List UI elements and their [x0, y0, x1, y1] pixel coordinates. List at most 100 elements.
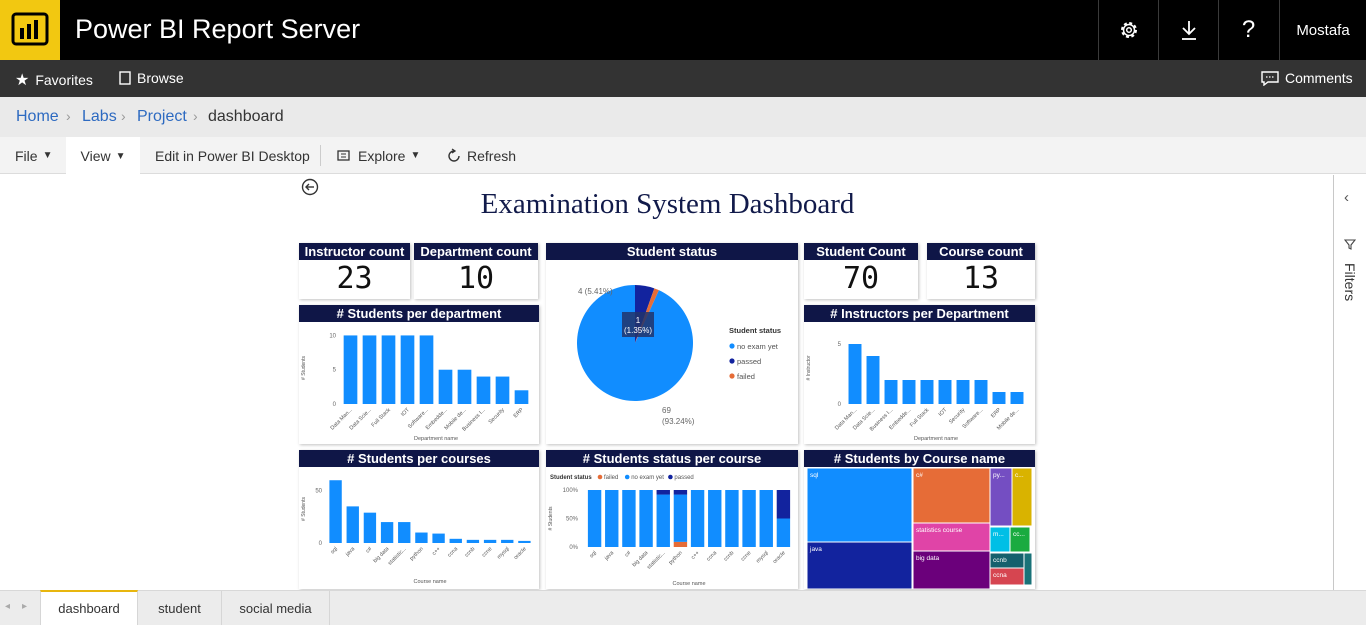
instructors-per-department-tile[interactable]: # Instructors per Department # Instructo…	[804, 305, 1035, 444]
top-bar: Power BI Report Server ? Mostafa	[0, 0, 1366, 60]
bar	[495, 376, 510, 404]
x-tick-label: java	[344, 546, 357, 559]
bar	[992, 392, 1006, 404]
comments-button[interactable]: Comments	[1261, 70, 1353, 86]
treemap-cell	[912, 467, 991, 524]
x-tick-label: ccna	[706, 550, 719, 563]
bar	[483, 539, 497, 543]
app-title: Power BI Report Server	[75, 14, 361, 44]
kpi-value: 23	[336, 261, 373, 296]
favorites-link[interactable]: ★ Favorites	[15, 70, 93, 90]
kpi-course-count: Course count 13	[927, 243, 1035, 299]
settings-button[interactable]	[1098, 0, 1158, 60]
x-tick-label: statistic...	[387, 546, 408, 567]
legend-marker	[668, 474, 673, 480]
legend-label: failed	[604, 475, 618, 481]
power-bi-logo-icon[interactable]	[0, 0, 60, 60]
treemap-label: sql	[810, 472, 819, 479]
download-button[interactable]	[1158, 0, 1218, 60]
kpi-label: Instructor count	[299, 243, 410, 260]
bar	[346, 506, 359, 543]
treemap-label: cc...	[1013, 531, 1025, 538]
student-status-tile[interactable]: Student status 4 (5.41%) 1 (1.35%) 69 (93.24…	[546, 243, 798, 444]
bar	[476, 376, 491, 404]
x-tick-label: c#	[624, 550, 633, 559]
pie-data-label: 69	[662, 406, 671, 415]
bar	[449, 538, 462, 543]
students-by-course-tile[interactable]: # Students by Course name sql java c# stati…	[804, 450, 1035, 589]
instructors-per-department-chart: # Instructor05Data Man...Data Scie...Bus…	[806, 342, 1024, 442]
students-per-department-tile[interactable]: # Students per department # Students 0 5 10…	[299, 305, 539, 444]
treemap-label: py...	[993, 472, 1005, 479]
bar	[329, 480, 342, 543]
x-tick-label: ccne	[481, 546, 493, 558]
breadcrumb-project[interactable]: Project	[137, 108, 187, 126]
breadcrumb-labs[interactable]: Labs	[82, 108, 117, 126]
x-tick-label: oracle	[772, 550, 787, 565]
legend-label: passed	[674, 475, 693, 481]
help-button[interactable]: ?	[1218, 0, 1278, 60]
tab-dashboard[interactable]: dashboard	[40, 590, 138, 625]
breadcrumb-home[interactable]: Home	[16, 108, 59, 126]
pie-data-label: (93.24%)	[662, 417, 695, 426]
stacked-bar-segment	[742, 490, 756, 547]
kpi-department-count: Department count 10	[414, 243, 538, 299]
tab-social-media[interactable]: social media	[222, 591, 330, 625]
students-per-courses-tile[interactable]: # Students per courses # Students 0 50 sql j…	[299, 450, 539, 589]
chevron-down-icon: ▼	[115, 150, 126, 162]
explore-menu[interactable]: Explore ▼	[337, 137, 420, 174]
filters-pane[interactable]: ‹ Filters	[1333, 175, 1366, 590]
x-tick-label: ERP	[990, 407, 1002, 419]
tab-scroll-left-icon[interactable]: ◂	[5, 601, 10, 612]
kpi-value: 70	[842, 261, 880, 296]
x-axis-label: Department name	[914, 436, 958, 442]
gear-icon	[1120, 22, 1137, 38]
x-tick-label: python	[668, 550, 684, 566]
y-tick-label: 0	[319, 541, 323, 547]
y-tick-label: 10	[329, 333, 336, 339]
question-mark-icon: ?	[1241, 16, 1256, 43]
tab-student[interactable]: student	[138, 591, 222, 625]
bar	[381, 335, 396, 404]
pie-data-label: (1.35%)	[624, 326, 652, 335]
view-menu[interactable]: View ▼	[66, 137, 140, 175]
y-tick-label: 100%	[563, 488, 579, 494]
x-tick-label: sql	[589, 550, 598, 559]
bar	[466, 539, 480, 543]
pie-data-label: 4 (5.41%)	[578, 287, 613, 296]
file-menu[interactable]: File ▼	[15, 137, 52, 174]
edit-in-desktop-button[interactable]: Edit in Power BI Desktop	[155, 137, 310, 174]
tab-scroll-right-icon[interactable]: ▸	[22, 601, 27, 612]
filters-label: Filters	[1342, 263, 1358, 302]
y-tick-label: 0	[333, 402, 337, 408]
refresh-button[interactable]: Refresh	[446, 137, 516, 174]
explore-icon	[337, 149, 350, 161]
kpi-label: Student Count	[804, 243, 918, 260]
user-menu[interactable]: Mostafa	[1279, 0, 1366, 60]
legend-label: no exam yet	[737, 342, 779, 351]
treemap-cell	[806, 541, 913, 589]
tile-title: Student status	[546, 243, 798, 260]
legend-label: passed	[737, 357, 761, 366]
legend-marker	[729, 358, 735, 364]
legend-title: Student status	[729, 326, 781, 335]
status-per-course-tile[interactable]: # Students status per course Student sta…	[546, 450, 798, 589]
document-icon	[119, 71, 131, 85]
x-tick-label: IOT	[400, 407, 411, 418]
students-by-course-treemap: sql java c# statistics course big data py... c…	[806, 467, 1033, 589]
toolbar-divider	[320, 145, 321, 166]
stacked-bar-segment	[776, 518, 791, 547]
chevron-left-icon[interactable]: ‹	[1344, 189, 1349, 206]
chevron-right-icon: ›	[66, 108, 71, 124]
bar	[956, 380, 970, 404]
bar	[938, 380, 952, 404]
legend-title: Student status	[550, 475, 592, 481]
bar	[920, 380, 934, 404]
bar	[457, 369, 472, 404]
bar	[419, 335, 434, 404]
stacked-bar-segment	[605, 490, 619, 547]
y-axis-label: # Students	[301, 356, 307, 380]
breadcrumb: Home › Labs › Project › dashboard	[0, 97, 1366, 137]
bar	[400, 335, 415, 404]
browse-link[interactable]: Browse	[119, 70, 184, 86]
